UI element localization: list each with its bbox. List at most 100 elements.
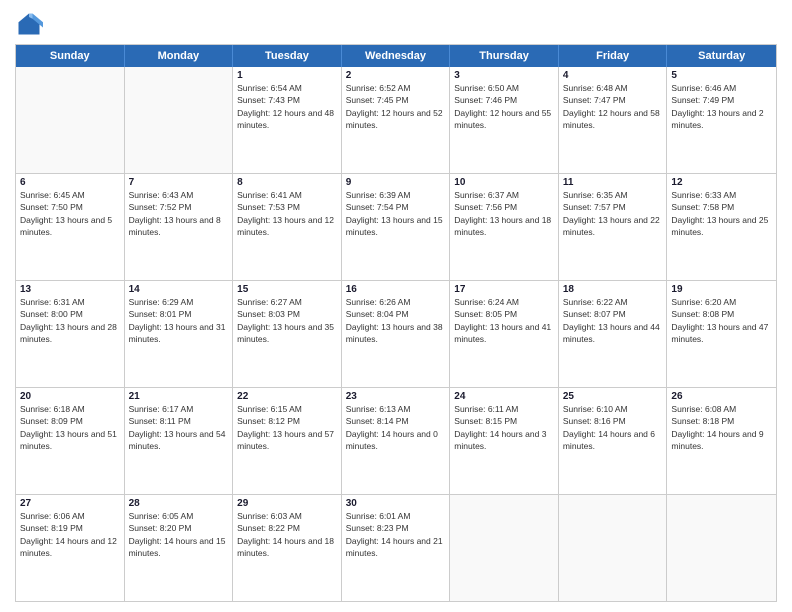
cell-day-number: 7 — [129, 177, 229, 188]
cell-info: Sunrise: 6:52 AM Sunset: 7:45 PM Dayligh… — [346, 82, 446, 131]
cell-info: Sunrise: 6:31 AM Sunset: 8:00 PM Dayligh… — [20, 296, 120, 345]
cell-info: Sunrise: 6:05 AM Sunset: 8:20 PM Dayligh… — [129, 510, 229, 559]
cell-info: Sunrise: 6:33 AM Sunset: 7:58 PM Dayligh… — [671, 189, 772, 238]
cell-day-number: 13 — [20, 284, 120, 295]
cell-info: Sunrise: 6:10 AM Sunset: 8:16 PM Dayligh… — [563, 403, 663, 452]
calendar-cell: 2Sunrise: 6:52 AM Sunset: 7:45 PM Daylig… — [342, 67, 451, 173]
cell-info: Sunrise: 6:03 AM Sunset: 8:22 PM Dayligh… — [237, 510, 337, 559]
calendar-cell: 21Sunrise: 6:17 AM Sunset: 8:11 PM Dayli… — [125, 388, 234, 494]
cell-info: Sunrise: 6:41 AM Sunset: 7:53 PM Dayligh… — [237, 189, 337, 238]
cal-header-cell: Sunday — [16, 45, 125, 67]
calendar-cell: 30Sunrise: 6:01 AM Sunset: 8:23 PM Dayli… — [342, 495, 451, 601]
cal-header-cell: Friday — [559, 45, 668, 67]
cell-info: Sunrise: 6:29 AM Sunset: 8:01 PM Dayligh… — [129, 296, 229, 345]
cell-info: Sunrise: 6:06 AM Sunset: 8:19 PM Dayligh… — [20, 510, 120, 559]
cell-day-number: 18 — [563, 284, 663, 295]
cell-info: Sunrise: 6:39 AM Sunset: 7:54 PM Dayligh… — [346, 189, 446, 238]
calendar-cell: 28Sunrise: 6:05 AM Sunset: 8:20 PM Dayli… — [125, 495, 234, 601]
cell-info: Sunrise: 6:43 AM Sunset: 7:52 PM Dayligh… — [129, 189, 229, 238]
cell-day-number: 15 — [237, 284, 337, 295]
cell-day-number: 12 — [671, 177, 772, 188]
cell-info: Sunrise: 6:26 AM Sunset: 8:04 PM Dayligh… — [346, 296, 446, 345]
calendar-cell: 14Sunrise: 6:29 AM Sunset: 8:01 PM Dayli… — [125, 281, 234, 387]
cell-day-number: 9 — [346, 177, 446, 188]
calendar-header-row: SundayMondayTuesdayWednesdayThursdayFrid… — [16, 45, 776, 67]
calendar-cell — [559, 495, 668, 601]
cell-info: Sunrise: 6:27 AM Sunset: 8:03 PM Dayligh… — [237, 296, 337, 345]
calendar-cell: 3Sunrise: 6:50 AM Sunset: 7:46 PM Daylig… — [450, 67, 559, 173]
cell-day-number: 20 — [20, 391, 120, 402]
cell-info: Sunrise: 6:01 AM Sunset: 8:23 PM Dayligh… — [346, 510, 446, 559]
cell-day-number: 30 — [346, 498, 446, 509]
calendar-cell: 16Sunrise: 6:26 AM Sunset: 8:04 PM Dayli… — [342, 281, 451, 387]
calendar-cell: 24Sunrise: 6:11 AM Sunset: 8:15 PM Dayli… — [450, 388, 559, 494]
cell-day-number: 29 — [237, 498, 337, 509]
calendar-cell — [667, 495, 776, 601]
calendar-cell: 5Sunrise: 6:46 AM Sunset: 7:49 PM Daylig… — [667, 67, 776, 173]
calendar-cell: 17Sunrise: 6:24 AM Sunset: 8:05 PM Dayli… — [450, 281, 559, 387]
cell-info: Sunrise: 6:17 AM Sunset: 8:11 PM Dayligh… — [129, 403, 229, 452]
cell-info: Sunrise: 6:22 AM Sunset: 8:07 PM Dayligh… — [563, 296, 663, 345]
cell-day-number: 23 — [346, 391, 446, 402]
cell-day-number: 16 — [346, 284, 446, 295]
calendar-cell: 1Sunrise: 6:54 AM Sunset: 7:43 PM Daylig… — [233, 67, 342, 173]
cal-header-cell: Monday — [125, 45, 234, 67]
calendar-cell: 7Sunrise: 6:43 AM Sunset: 7:52 PM Daylig… — [125, 174, 234, 280]
cell-day-number: 8 — [237, 177, 337, 188]
cell-day-number: 6 — [20, 177, 120, 188]
cal-header-cell: Tuesday — [233, 45, 342, 67]
calendar-row: 13Sunrise: 6:31 AM Sunset: 8:00 PM Dayli… — [16, 280, 776, 387]
cell-day-number: 11 — [563, 177, 663, 188]
cell-info: Sunrise: 6:15 AM Sunset: 8:12 PM Dayligh… — [237, 403, 337, 452]
cell-day-number: 24 — [454, 391, 554, 402]
calendar-cell: 6Sunrise: 6:45 AM Sunset: 7:50 PM Daylig… — [16, 174, 125, 280]
calendar-cell: 11Sunrise: 6:35 AM Sunset: 7:57 PM Dayli… — [559, 174, 668, 280]
calendar-cell: 8Sunrise: 6:41 AM Sunset: 7:53 PM Daylig… — [233, 174, 342, 280]
calendar-cell: 26Sunrise: 6:08 AM Sunset: 8:18 PM Dayli… — [667, 388, 776, 494]
cell-day-number: 26 — [671, 391, 772, 402]
cell-day-number: 21 — [129, 391, 229, 402]
calendar-row: 20Sunrise: 6:18 AM Sunset: 8:09 PM Dayli… — [16, 387, 776, 494]
calendar-cell: 19Sunrise: 6:20 AM Sunset: 8:08 PM Dayli… — [667, 281, 776, 387]
cell-day-number: 28 — [129, 498, 229, 509]
calendar-cell: 25Sunrise: 6:10 AM Sunset: 8:16 PM Dayli… — [559, 388, 668, 494]
cell-day-number: 22 — [237, 391, 337, 402]
calendar-cell: 27Sunrise: 6:06 AM Sunset: 8:19 PM Dayli… — [16, 495, 125, 601]
page: SundayMondayTuesdayWednesdayThursdayFrid… — [0, 0, 792, 612]
calendar-cell: 9Sunrise: 6:39 AM Sunset: 7:54 PM Daylig… — [342, 174, 451, 280]
calendar-row: 1Sunrise: 6:54 AM Sunset: 7:43 PM Daylig… — [16, 67, 776, 173]
cell-day-number: 5 — [671, 70, 772, 81]
calendar-cell: 29Sunrise: 6:03 AM Sunset: 8:22 PM Dayli… — [233, 495, 342, 601]
cell-day-number: 27 — [20, 498, 120, 509]
calendar-cell: 20Sunrise: 6:18 AM Sunset: 8:09 PM Dayli… — [16, 388, 125, 494]
logo — [15, 10, 47, 38]
calendar-cell — [16, 67, 125, 173]
calendar-cell: 18Sunrise: 6:22 AM Sunset: 8:07 PM Dayli… — [559, 281, 668, 387]
cell-info: Sunrise: 6:18 AM Sunset: 8:09 PM Dayligh… — [20, 403, 120, 452]
cell-day-number: 17 — [454, 284, 554, 295]
cell-info: Sunrise: 6:45 AM Sunset: 7:50 PM Dayligh… — [20, 189, 120, 238]
cal-header-cell: Thursday — [450, 45, 559, 67]
calendar-cell: 22Sunrise: 6:15 AM Sunset: 8:12 PM Dayli… — [233, 388, 342, 494]
cell-day-number: 25 — [563, 391, 663, 402]
cell-day-number: 19 — [671, 284, 772, 295]
cell-info: Sunrise: 6:24 AM Sunset: 8:05 PM Dayligh… — [454, 296, 554, 345]
calendar-cell: 10Sunrise: 6:37 AM Sunset: 7:56 PM Dayli… — [450, 174, 559, 280]
logo-icon — [15, 10, 43, 38]
header — [15, 10, 777, 38]
calendar-row: 6Sunrise: 6:45 AM Sunset: 7:50 PM Daylig… — [16, 173, 776, 280]
cell-info: Sunrise: 6:13 AM Sunset: 8:14 PM Dayligh… — [346, 403, 446, 452]
calendar: SundayMondayTuesdayWednesdayThursdayFrid… — [15, 44, 777, 602]
cell-day-number: 4 — [563, 70, 663, 81]
calendar-cell: 4Sunrise: 6:48 AM Sunset: 7:47 PM Daylig… — [559, 67, 668, 173]
cell-info: Sunrise: 6:20 AM Sunset: 8:08 PM Dayligh… — [671, 296, 772, 345]
cell-day-number: 10 — [454, 177, 554, 188]
cell-info: Sunrise: 6:48 AM Sunset: 7:47 PM Dayligh… — [563, 82, 663, 131]
cal-header-cell: Wednesday — [342, 45, 451, 67]
cell-info: Sunrise: 6:35 AM Sunset: 7:57 PM Dayligh… — [563, 189, 663, 238]
calendar-cell: 13Sunrise: 6:31 AM Sunset: 8:00 PM Dayli… — [16, 281, 125, 387]
cell-info: Sunrise: 6:37 AM Sunset: 7:56 PM Dayligh… — [454, 189, 554, 238]
cal-header-cell: Saturday — [667, 45, 776, 67]
cell-info: Sunrise: 6:08 AM Sunset: 8:18 PM Dayligh… — [671, 403, 772, 452]
cell-day-number: 14 — [129, 284, 229, 295]
